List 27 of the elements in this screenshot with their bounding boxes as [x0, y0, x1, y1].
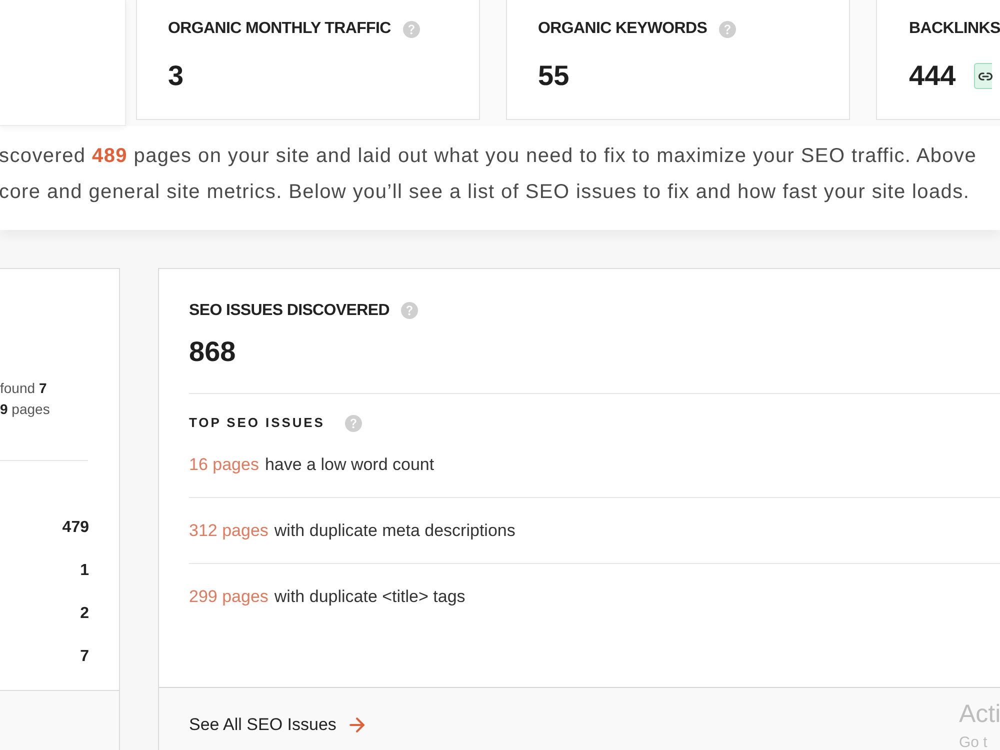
card-title: BACKLINKS [909, 19, 1000, 39]
pages-link[interactable]: 16 pages [189, 452, 259, 478]
help-icon[interactable] [402, 20, 420, 38]
issue-text: with duplicate <title> tags [274, 586, 466, 608]
card-title: ORGANIC KEYWORDS [538, 19, 708, 39]
issue-text: have a low word count [264, 454, 434, 476]
issues-total: 868 [189, 338, 236, 366]
count-value: 1 [80, 560, 89, 580]
activation-notice-title: Acti [959, 702, 1000, 727]
count-value: 2 [80, 604, 89, 624]
count-value: 479 [62, 518, 89, 538]
help-icon[interactable] [719, 20, 736, 38]
activation-notice-text: Go t [959, 735, 988, 750]
card-title: ORGANIC MONTHLY TRAFFIC [168, 19, 391, 39]
count-value: 7 [80, 646, 89, 666]
pages-link[interactable]: 299 pages [189, 584, 268, 610]
help-icon[interactable] [344, 414, 362, 432]
metric-value: 444 [909, 62, 956, 90]
metric-value: 3 [168, 62, 184, 90]
see-all-issues-link[interactable]: See All SEO Issues [189, 712, 368, 738]
pages-link[interactable]: 312 pages [189, 518, 268, 544]
issue-text: with duplicate meta descriptions [274, 520, 516, 542]
help-icon[interactable] [401, 302, 418, 319]
summary-text: found 7 9 pages [0, 379, 51, 419]
panel-title: SEO ISSUES DISCOVERED [189, 300, 390, 320]
section-heading: TOP SEO ISSUES [189, 414, 325, 432]
metric-value: 55 [538, 62, 570, 90]
